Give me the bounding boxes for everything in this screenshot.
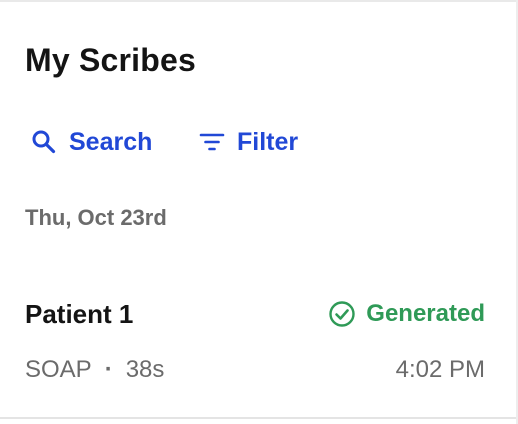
search-button[interactable]: Search [31, 124, 152, 160]
patient-name: Patient 1 [25, 299, 134, 329]
meta-separator: · [104, 356, 113, 383]
status-badge: Generated [328, 297, 485, 331]
filter-button[interactable]: Filter [199, 124, 298, 160]
scribes-panel: My Scribes Search Filter Thu, Oct 23rd P… [0, 0, 518, 424]
duration: 38s [125, 356, 165, 383]
check-circle-icon [328, 300, 356, 328]
list-item[interactable]: Patient 1 Generated SOAP · 38s 4:02 PM [0, 280, 516, 416]
filter-icon [199, 129, 225, 155]
divider [0, 417, 516, 419]
entry-time: 4:02 PM [395, 356, 485, 383]
search-label: Search [69, 127, 153, 156]
search-icon [31, 129, 57, 155]
note-type: SOAP [25, 356, 92, 383]
date-heading: Thu, Oct 23rd [25, 205, 167, 230]
filter-label: Filter [237, 127, 299, 156]
page-title: My Scribes [25, 42, 196, 78]
top-border [0, 0, 518, 2]
status-label: Generated [366, 300, 485, 327]
entry-meta: SOAP · 38s [25, 354, 164, 386]
